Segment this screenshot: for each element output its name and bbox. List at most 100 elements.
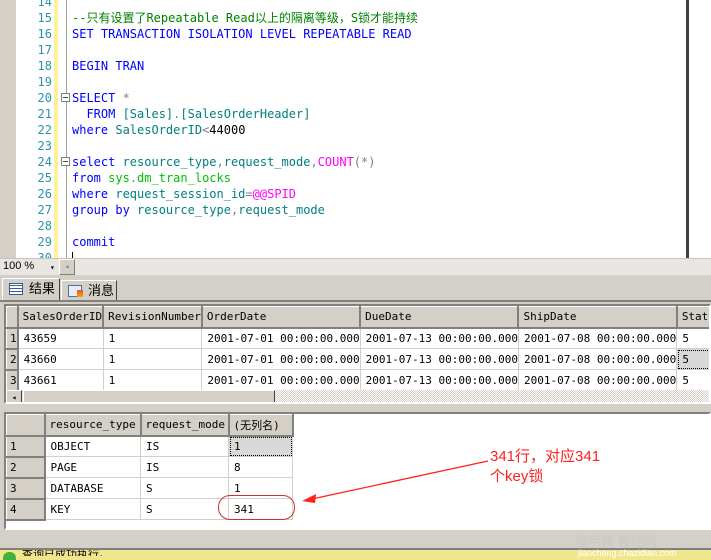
table-cell[interactable]: 2001-07-08 00:00:00.000 xyxy=(518,369,678,391)
code-line[interactable]: 21 FROM [Sales].[SalesOrderHeader] xyxy=(0,106,686,122)
code-text: --只有设置了Repeatable Read以上的隔离等级，S锁才能持续 xyxy=(72,10,418,26)
code-line[interactable]: 27 group by resource_type,request_mode xyxy=(0,202,686,218)
code-line[interactable]: 19 xyxy=(0,74,686,90)
table-row[interactable]: 1 43659 1 2001-07-01 00:00:00.000 2001-07-13… xyxy=(6,327,709,350)
code-line[interactable]: 28 xyxy=(0,218,686,234)
code-token: resource_type xyxy=(122,155,217,169)
code-token: 44000 xyxy=(209,123,246,137)
code-line[interactable]: 14 xyxy=(0,0,686,10)
code-line[interactable]: 20 SELECT * xyxy=(0,90,686,106)
column-header[interactable]: Status xyxy=(676,306,709,329)
table-cell[interactable]: PAGE xyxy=(44,456,141,478)
code-line[interactable]: 26 where request_session_id=@@SPID xyxy=(0,186,686,202)
code-token: resource_type xyxy=(137,203,231,217)
sql-editor[interactable]: 14 15 --只有设置了Repeatable Read以上的隔离等级，S锁才能持续… xyxy=(0,0,686,258)
line-number: 22 xyxy=(37,123,52,137)
column-header[interactable]: (无列名) xyxy=(228,414,294,437)
tab-messages[interactable]: 消息 xyxy=(61,280,117,301)
row-header-corner[interactable] xyxy=(6,306,19,329)
code-token: FROM xyxy=(72,107,123,121)
code-line[interactable]: 25 from sys.dm_tran_locks xyxy=(0,170,686,186)
code-token: * xyxy=(122,91,130,105)
table-cell[interactable]: 1 xyxy=(103,369,203,391)
code-token: [Sales] xyxy=(122,107,174,121)
messages-icon xyxy=(68,285,83,297)
table-cell[interactable]: DATABASE xyxy=(44,477,141,499)
table-cell[interactable]: 43661 xyxy=(17,369,104,391)
row-header-corner[interactable] xyxy=(6,414,46,437)
line-number: 16 xyxy=(37,27,52,41)
code-token: = xyxy=(245,187,253,201)
code-text: from sys.dm_tran_locks xyxy=(72,170,231,186)
table-cell[interactable]: 1 xyxy=(103,348,203,370)
table-row[interactable]: 2 PAGE IS 8 xyxy=(6,456,293,479)
scrollbar-thumb[interactable] xyxy=(23,390,275,402)
row-number[interactable]: 3 xyxy=(6,369,19,392)
code-text: SET TRANSACTION ISOLATION LEVEL REPEATAB… xyxy=(72,26,412,42)
table-cell[interactable]: 43659 xyxy=(17,327,104,349)
table-cell[interactable]: 2001-07-01 00:00:00.000 xyxy=(201,348,361,370)
row-number[interactable]: 2 xyxy=(6,348,19,371)
grid1-horizontal-scrollbar[interactable]: ◂ xyxy=(6,390,709,402)
code-token: . xyxy=(129,171,138,185)
row-number[interactable]: 2 xyxy=(6,456,46,479)
table-cell[interactable]: 2001-07-13 00:00:00.000 xyxy=(360,327,519,349)
table-cell[interactable]: 2001-07-08 00:00:00.000 xyxy=(518,348,678,370)
code-line[interactable]: 17 xyxy=(0,42,686,58)
column-header[interactable]: RevisionNumber xyxy=(102,306,203,329)
column-header[interactable]: SalesOrderID xyxy=(17,306,105,329)
code-token: request_mode xyxy=(223,155,311,169)
table-cell[interactable]: S xyxy=(140,498,229,520)
zoom-dropdown-icon[interactable]: ▾ xyxy=(50,263,55,272)
table-cell[interactable]: 1 xyxy=(228,435,293,457)
column-header[interactable]: DueDate xyxy=(359,306,520,329)
tab-results[interactable]: 结果 xyxy=(2,278,60,301)
table-row[interactable]: 2 43660 1 2001-07-01 00:00:00.000 2001-07-13… xyxy=(6,348,709,371)
collapse-icon[interactable] xyxy=(61,93,70,102)
table-cell[interactable]: 43660 xyxy=(17,348,104,370)
table-cell[interactable]: IS xyxy=(140,435,229,457)
table-row[interactable]: 3 43661 1 2001-07-01 00:00:00.000 2001-07-13… xyxy=(6,369,709,392)
table-cell[interactable]: IS xyxy=(140,456,229,478)
table-cell[interactable]: OBJECT xyxy=(44,435,141,457)
table-cell[interactable]: 8 xyxy=(228,456,293,478)
row-number[interactable]: 4 xyxy=(6,498,46,521)
column-header[interactable]: request_mode xyxy=(140,414,230,437)
code-line[interactable]: 30 xyxy=(0,250,686,258)
table-cell[interactable]: 5 xyxy=(676,327,709,349)
table-cell[interactable]: 5 xyxy=(676,369,709,391)
code-line[interactable]: 29 commit xyxy=(0,234,686,250)
column-header[interactable]: ShipDate xyxy=(517,306,678,329)
code-line[interactable]: 24 select resource_type,request_mode,COUN… xyxy=(0,154,686,170)
table-cell[interactable]: 2001-07-13 00:00:00.000 xyxy=(360,348,519,370)
code-token: @@SPID xyxy=(252,187,296,201)
table-cell[interactable]: 5 xyxy=(676,348,709,370)
code-line[interactable]: 15 --只有设置了Repeatable Read以上的隔离等级，S锁才能持续 xyxy=(0,10,686,26)
code-line[interactable]: 22 where SalesOrderID<44000 xyxy=(0,122,686,138)
zoom-level[interactable]: 100 % xyxy=(3,260,34,272)
code-token: BEGIN TRAN xyxy=(72,59,145,73)
table-cell[interactable]: 2001-07-08 00:00:00.000 xyxy=(518,327,678,349)
orders-result-grid[interactable]: SalesOrderID RevisionNumber OrderDate DueDa… xyxy=(4,304,711,404)
table-cell[interactable]: 2001-07-01 00:00:00.000 xyxy=(201,327,361,349)
row-number[interactable]: 1 xyxy=(6,327,19,350)
table-cell[interactable]: KEY xyxy=(44,498,141,520)
table-row[interactable]: 1 OBJECT IS 1 xyxy=(6,435,293,458)
row-number[interactable]: 1 xyxy=(6,435,46,458)
scroll-left-arrow-icon[interactable]: ◂ xyxy=(6,390,22,402)
code-line[interactable]: 18 BEGIN TRAN xyxy=(0,58,686,74)
column-header[interactable]: OrderDate xyxy=(201,306,362,329)
table-cell[interactable]: 2001-07-01 00:00:00.000 xyxy=(201,369,361,391)
table-cell[interactable]: S xyxy=(140,477,229,499)
code-line[interactable]: 23 xyxy=(0,138,686,154)
row-number[interactable]: 3 xyxy=(6,477,46,500)
editor-vertical-scrollbar[interactable] xyxy=(686,0,711,274)
table-cell[interactable]: 2001-07-13 00:00:00.000 xyxy=(360,369,519,391)
column-header[interactable]: resource_type xyxy=(44,414,142,437)
code-line[interactable]: 16 SET TRANSACTION ISOLATION LEVEL REPEAT… xyxy=(0,26,686,42)
table-cell[interactable]: 1 xyxy=(103,327,203,349)
grid-icon xyxy=(9,283,23,295)
editor-scroll-left-button[interactable]: ◂ xyxy=(59,259,75,275)
code-text: group by resource_type,request_mode xyxy=(72,202,325,218)
collapse-icon[interactable] xyxy=(61,157,70,166)
